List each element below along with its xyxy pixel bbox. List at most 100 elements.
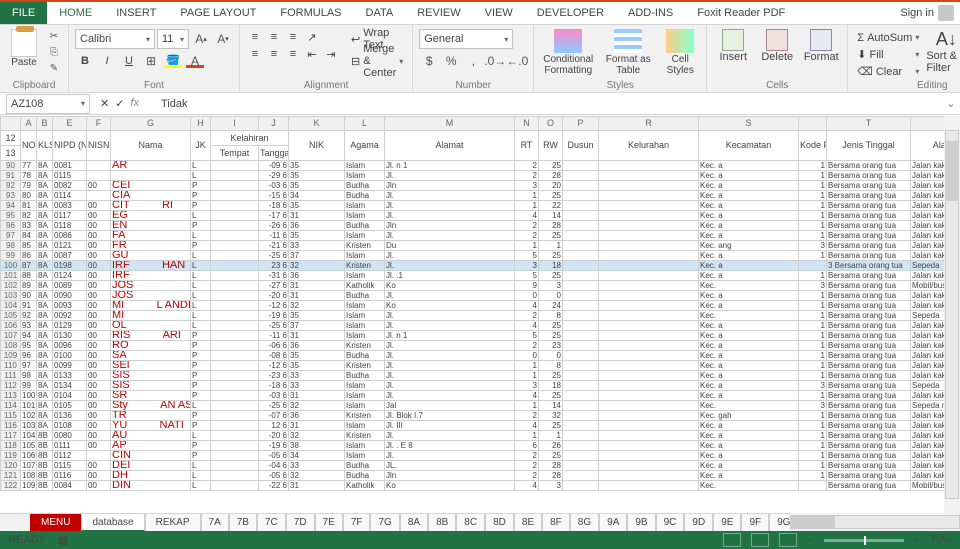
sheet-tab-rekap[interactable]: REKAP xyxy=(145,514,201,532)
table-row[interactable]: 94818A008300CIT RIP-18 635IslamJl. 122Ke… xyxy=(1,201,960,211)
table-row[interactable]: 101888A012400IRFL-31 636IslamJl. .1525Ke… xyxy=(1,271,960,281)
table-row[interactable]: 110978A009900SEIP-12 635KristenJl. 18Kec… xyxy=(1,361,960,371)
fill-color-button[interactable]: 🪣 xyxy=(163,51,183,71)
table-row[interactable]: 112998A013400SISP-18 633IslamJl. 318Kec.… xyxy=(1,381,960,391)
comma-icon[interactable]: , xyxy=(463,51,483,71)
column-header[interactable]: S xyxy=(699,117,799,131)
view-pagebreak-icon[interactable] xyxy=(779,533,797,547)
table-row[interactable]: 109968A010000SAP-08 635BudhaJl. 00Kec. a… xyxy=(1,351,960,361)
sort-filter-button[interactable]: A↓Sort & Filter xyxy=(926,27,960,74)
table-row[interactable]: 1141018A010500Sty AN ASSEL-25 632IslamJa… xyxy=(1,401,960,411)
copy-icon[interactable]: ⎘ xyxy=(46,45,62,59)
format-as-table-button[interactable]: Format as Table xyxy=(600,27,656,76)
formula-input[interactable]: Tidak xyxy=(155,98,942,110)
sheet-tab-8a[interactable]: 8A xyxy=(400,514,428,532)
bold-button[interactable]: B xyxy=(75,51,95,71)
underline-button[interactable]: U xyxy=(119,51,139,71)
sheet-tab-9c[interactable]: 9C xyxy=(656,514,685,532)
column-header[interactable]: N xyxy=(515,117,539,131)
sheet-tab-8b[interactable]: 8B xyxy=(428,514,456,532)
expand-formula-icon[interactable]: ⌄ xyxy=(942,97,960,110)
italic-button[interactable]: I xyxy=(97,51,117,71)
sheet-tab-8g[interactable]: 8G xyxy=(570,514,599,532)
table-row[interactable]: 99868A008700GUL-25 637IslamJl. 525Kec. a… xyxy=(1,251,960,261)
autosum-button[interactable]: ΣAutoSum▾ xyxy=(854,29,922,46)
font-color-button[interactable]: A xyxy=(185,51,205,71)
table-row[interactable]: 97848A008600FAL-11 635IslamJl. 225Kec. a… xyxy=(1,231,960,241)
cancel-icon[interactable]: ✕ xyxy=(100,97,109,110)
worksheet-grid[interactable]: ABEFGHIJKLMNOPRST 12 NOKLSNIPD (NIS)NISN… xyxy=(0,116,960,513)
align-right-icon[interactable]: ≡ xyxy=(284,46,302,62)
sheet-tab-9d[interactable]: 9D xyxy=(684,514,713,532)
table-row[interactable]: 103908A009000JOSL-20 631BudhaJl. 00Kec. … xyxy=(1,291,960,301)
table-row[interactable]: 1151028A013600TRP-07 636KristenJl. Blok … xyxy=(1,411,960,421)
conditional-formatting-button[interactable]: Conditional Formatting xyxy=(540,27,596,76)
tab-data[interactable]: DATA xyxy=(354,2,406,24)
sheet-tab-7e[interactable]: 7E xyxy=(315,514,343,532)
zoom-out-button[interactable]: − xyxy=(807,534,813,546)
sheet-tab-7f[interactable]: 7F xyxy=(343,514,371,532)
view-normal-icon[interactable] xyxy=(723,533,741,547)
table-row[interactable]: 105928A009200MIL-19 635IslamJl. 28Kec. 1… xyxy=(1,311,960,321)
column-header[interactable]: P xyxy=(563,117,599,131)
table-row[interactable]: 1171048B008000AUL-20 632KristenJl. 11Kec… xyxy=(1,431,960,441)
increase-font-icon[interactable]: A▴ xyxy=(191,29,211,49)
macro-icon[interactable]: ▦ xyxy=(58,534,68,547)
align-top-icon[interactable]: ≡ xyxy=(246,29,264,45)
orientation-icon[interactable]: ↗ xyxy=(303,29,321,45)
sheet-tab-menu[interactable]: MENU xyxy=(30,514,81,532)
sheet-tab-8c[interactable]: 8C xyxy=(456,514,485,532)
zoom-slider[interactable] xyxy=(824,539,904,542)
cell-styles-button[interactable]: Cell Styles xyxy=(660,27,700,76)
insert-cells-button[interactable]: Insert xyxy=(713,27,753,63)
table-row[interactable]: 1201078B011500DEIL-04 633BudhaJL. 228Kec… xyxy=(1,461,960,471)
tab-formulas[interactable]: FORMULAS xyxy=(268,2,353,24)
zoom-in-button[interactable]: + xyxy=(914,534,920,546)
column-header[interactable]: F xyxy=(87,117,111,131)
sheet-tab-7d[interactable]: 7D xyxy=(286,514,315,532)
tab-file[interactable]: FILE xyxy=(0,2,47,24)
decrease-decimal-icon[interactable]: ←.0 xyxy=(507,51,527,71)
table-row[interactable]: 95828A011700EGL-17 631IslamJl. 414Kec. a… xyxy=(1,211,960,221)
increase-decimal-icon[interactable]: .0→ xyxy=(485,51,505,71)
clear-button[interactable]: ⌫Clear▾ xyxy=(854,63,922,80)
table-row[interactable]: 102898A008900JOSL-27 631KatholikKo 93Kec… xyxy=(1,281,960,291)
column-header[interactable]: I xyxy=(211,117,259,131)
table-row[interactable]: 1181058B011100APP-19 638IslamJl. . E 862… xyxy=(1,441,960,451)
tab-pagelayout[interactable]: PAGE LAYOUT xyxy=(168,2,268,24)
sheet-tab-9b[interactable]: 9B xyxy=(627,514,655,532)
column-header[interactable]: J xyxy=(259,117,289,131)
table-row[interactable]: 1131008A010400SRP-03 631IslamJl. 425Kec.… xyxy=(1,391,960,401)
column-header[interactable]: K xyxy=(289,117,345,131)
column-header[interactable]: A xyxy=(21,117,37,131)
font-name-combo[interactable]: Calibri▾ xyxy=(75,29,155,49)
tab-view[interactable]: VIEW xyxy=(473,2,525,24)
table-row[interactable]: 1161038A010800YU NATIP12 631IslamJl. III… xyxy=(1,421,960,431)
sheet-tab-7c[interactable]: 7C xyxy=(257,514,286,532)
fill-button[interactable]: ⬇Fill▾ xyxy=(854,46,922,63)
table-row[interactable]: 91788A0115L-29 635IslamJl. 228Kec. a1Ber… xyxy=(1,171,960,181)
sheet-tab-8f[interactable]: 8F xyxy=(542,514,570,532)
delete-cells-button[interactable]: Delete xyxy=(757,27,797,63)
table-row[interactable]: 107948A013000RIS ARIP-11 631IslamJl. n 1… xyxy=(1,331,960,341)
table-row[interactable]: 108958A009600ROP-06 636KristenJl. 223Kec… xyxy=(1,341,960,351)
horizontal-scrollbar[interactable] xyxy=(790,513,960,531)
table-row[interactable]: 98858A012100FRP-21 633KristenDu 11Kec. a… xyxy=(1,241,960,251)
align-center-icon[interactable]: ≡ xyxy=(265,46,283,62)
column-header[interactable]: G xyxy=(111,117,191,131)
column-header[interactable]: R xyxy=(599,117,699,131)
table-row[interactable]: 106938A012900OLL-25 637IslamJl. 425Kec. … xyxy=(1,321,960,331)
sheet-tab-7b[interactable]: 7B xyxy=(229,514,257,532)
table-row[interactable]: 90778A0081ARL-09 635IslamJl. n 1225Kec. … xyxy=(1,161,960,171)
indent-inc-icon[interactable]: ⇥ xyxy=(322,46,340,62)
merge-center-button[interactable]: ⊟Merge & Center▾ xyxy=(348,51,406,71)
currency-icon[interactable]: $ xyxy=(419,51,439,71)
formatpainter-icon[interactable]: ✎ xyxy=(46,61,62,75)
column-header[interactable]: H xyxy=(191,117,211,131)
column-header[interactable]: T xyxy=(827,117,911,131)
column-header[interactable]: L xyxy=(345,117,385,131)
table-row[interactable]: 100878A019800IRF HANL23 632KristenJl. 31… xyxy=(1,261,960,271)
column-header[interactable]: E xyxy=(53,117,87,131)
name-box[interactable]: AZ108▾ xyxy=(6,94,90,114)
column-header[interactable]: B xyxy=(37,117,53,131)
